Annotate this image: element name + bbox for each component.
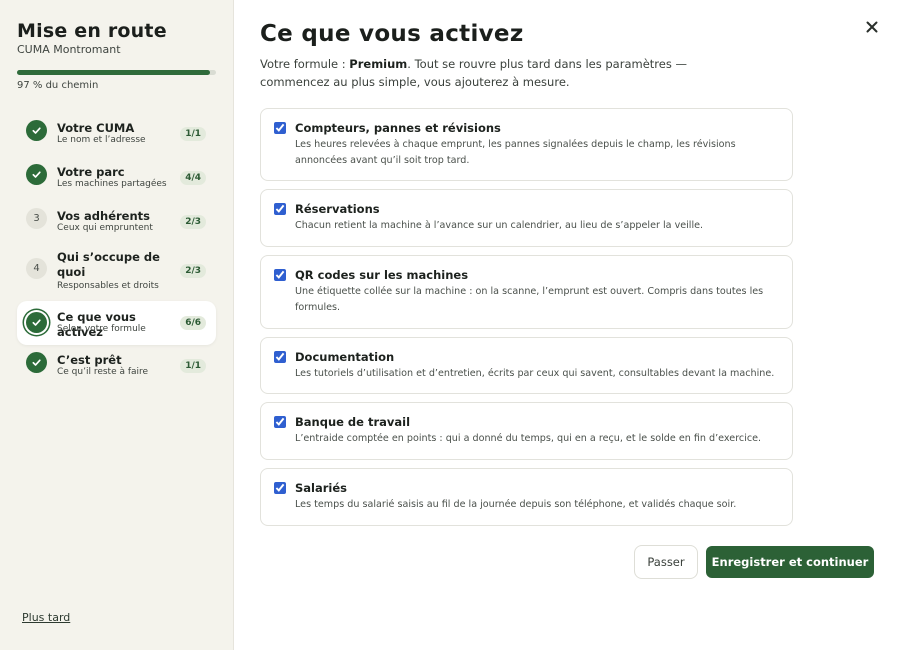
step-title: Vos adhérents (57, 209, 150, 223)
feature-option-salaries[interactable]: Salariés Les temps du salarié saisis au … (260, 468, 793, 526)
feature-option-compteurs[interactable]: Compteurs, pannes et révisions Les heure… (260, 108, 793, 181)
feature-title: QR codes sur les machines (295, 268, 469, 282)
feature-description: Les tutoriels d’utilisation et d’entreti… (295, 368, 775, 379)
feature-description: Les heures relevées à chaque emprunt, le… (295, 139, 736, 166)
step-done-badge (26, 352, 47, 373)
step-title: Votre CUMA (57, 121, 135, 135)
step-count: 1/1 (180, 127, 206, 141)
step-description: Ce qu’il reste à faire (57, 367, 149, 377)
step-description: Responsables et droits (57, 281, 159, 291)
feature-option-banque-de-travail[interactable]: Banque de travail L’entraide comptée en … (260, 402, 793, 460)
step-count: 1/1 (180, 359, 206, 373)
check-icon (32, 319, 41, 326)
feature-checkbox[interactable] (274, 203, 286, 215)
step-count: 6/6 (180, 316, 206, 330)
feature-checkbox[interactable] (274, 122, 286, 134)
step-title: C’est prêt (57, 353, 122, 367)
feature-description: Chacun retient la machine à l’avance sur… (295, 220, 704, 231)
feature-title: Compteurs, pannes et révisions (295, 121, 501, 135)
step-qui-soccupe-de-quoi[interactable]: 4 Qui s’occupe de quoi Responsables et d… (17, 244, 216, 296)
step-count: 2/3 (180, 264, 206, 278)
progress-label: 97 % du chemin (17, 80, 99, 91)
sidebar: Mise en route CUMA Montromant 97 % du ch… (0, 0, 234, 650)
feature-checkbox[interactable] (274, 482, 286, 494)
check-icon (32, 171, 41, 178)
organization-name: CUMA Montromant (17, 43, 121, 56)
feature-option-qr-codes[interactable]: QR codes sur les machines Une étiquette … (260, 255, 793, 329)
onboarding-modal: Mise en route CUMA Montromant 97 % du ch… (0, 0, 900, 650)
step-title: Votre parc (57, 165, 125, 179)
main-panel: Ce que vous activez Votre formule : Prem… (234, 0, 900, 650)
feature-title: Banque de travail (295, 415, 411, 429)
step-count: 4/4 (180, 171, 206, 185)
page-title: Ce que vous activez (260, 21, 524, 47)
feature-option-reservations[interactable]: Réservations Chacun retient la machine à… (260, 189, 793, 247)
step-description: Les machines partagées (57, 179, 167, 189)
feature-option-documentation[interactable]: Documentation Les tutoriels d’utilisatio… (260, 337, 793, 394)
step-done-badge (26, 120, 47, 141)
step-title: Qui s’occupe de quoi (57, 250, 160, 279)
sidebar-title: Mise en route (17, 20, 167, 42)
check-icon (32, 127, 41, 134)
close-icon (866, 21, 878, 33)
feature-checkbox[interactable] (274, 351, 286, 363)
progress-bar (17, 70, 216, 75)
feature-title: Réservations (295, 202, 380, 216)
feature-checkbox[interactable] (274, 269, 286, 281)
step-done-badge (26, 164, 47, 185)
step-vos-adherents[interactable]: 3 Vos adhérents Ceux qui empruntent 2/3 (17, 200, 216, 238)
progress-fill (17, 70, 211, 75)
step-ce-que-vous-activez[interactable]: Ce que vous activez Selon votre formule … (17, 301, 216, 345)
step-description: Selon votre formule (57, 324, 146, 334)
step-votre-parc[interactable]: Votre parc Les machines partagées 4/4 (17, 156, 216, 194)
feature-description: Les temps du salarié saisis au fil de la… (295, 499, 737, 510)
feature-description: Une étiquette collée sur la machine : on… (295, 286, 764, 313)
intro-prefix: Votre formule : (260, 57, 350, 71)
step-description: Le nom et l’adresse (57, 135, 146, 145)
later-link[interactable]: Plus tard (22, 611, 70, 624)
step-current-badge (26, 312, 47, 333)
plan-name: Premium (349, 57, 408, 71)
check-icon (32, 359, 41, 366)
step-number-badge: 3 (26, 208, 47, 229)
feature-description: L’entraide comptée en points : qui a don… (295, 433, 762, 444)
intro-text: Votre formule : Premium. Tout se rouvre … (260, 55, 750, 91)
step-count: 2/3 (180, 215, 206, 229)
save-and-continue-button[interactable]: Enregistrer et continuer (706, 546, 874, 578)
close-button[interactable] (864, 19, 880, 35)
step-cest-pret[interactable]: C’est prêt Ce qu’il reste à faire 1/1 (17, 348, 216, 386)
skip-button[interactable]: Passer (634, 545, 698, 579)
feature-checkbox[interactable] (274, 416, 286, 428)
step-number-badge: 4 (26, 258, 47, 279)
step-description: Ceux qui empruntent (57, 223, 153, 233)
feature-title: Documentation (295, 350, 395, 364)
step-votre-cuma[interactable]: Votre CUMA Le nom et l’adresse 1/1 (17, 112, 216, 150)
feature-title: Salariés (295, 481, 348, 495)
